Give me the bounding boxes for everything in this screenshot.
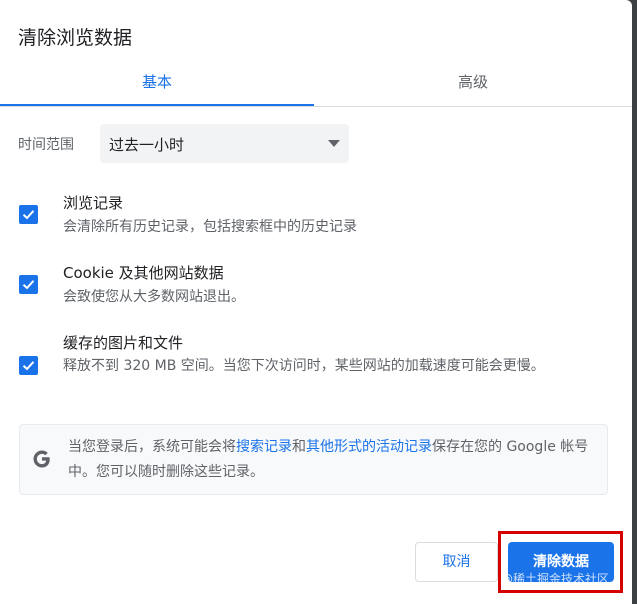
option-title: Cookie 及其他网站数据 xyxy=(63,264,224,282)
checkbox-browsing-history[interactable] xyxy=(19,205,38,224)
checkmark-icon xyxy=(22,210,35,220)
option-description: 会致使您从大多数网站退出。 xyxy=(63,289,245,305)
dialog-title: 清除浏览数据 xyxy=(18,27,133,49)
info-text: 当您登录后，系统可能会将搜索记录和其他形式的活动记录保存在您的 Google 帐… xyxy=(68,435,598,485)
other-activity-link[interactable]: 其他形式的活动记录 xyxy=(306,439,432,455)
tab-basic[interactable]: 基本 xyxy=(0,62,314,106)
option-description: 会清除所有历史记录，包括搜索框中的历史记录 xyxy=(63,219,357,235)
option-description: 释放不到 320 MB 空间。当您下次访问时，某些网站的加载速度可能会更慢。 xyxy=(63,358,545,374)
checkbox-cached-files[interactable] xyxy=(19,356,38,375)
google-account-info-box: 当您登录后，系统可能会将搜索记录和其他形式的活动记录保存在您的 Google 帐… xyxy=(19,424,608,495)
tab-advanced[interactable]: 高级 xyxy=(314,62,632,104)
tab-bar: 基本 高级 xyxy=(0,62,632,107)
cancel-button[interactable]: 取消 xyxy=(415,542,498,582)
clear-browsing-data-dialog: 清除浏览数据 基本 高级 时间范围 过去一小时 浏览记录 会清除所有历史记录，包… xyxy=(0,0,632,604)
chevron-down-icon xyxy=(328,140,340,147)
clear-data-button[interactable]: 清除数据 xyxy=(508,542,614,582)
search-history-link[interactable]: 搜索记录 xyxy=(236,439,292,455)
option-title: 缓存的图片和文件 xyxy=(63,334,184,352)
option-title: 浏览记录 xyxy=(63,194,124,212)
time-range-value: 过去一小时 xyxy=(109,136,185,154)
info-text-middle: 和 xyxy=(292,439,306,455)
checkmark-icon xyxy=(22,280,35,290)
time-range-dropdown[interactable]: 过去一小时 xyxy=(100,124,349,163)
checkmark-icon xyxy=(22,361,35,371)
google-g-icon xyxy=(33,450,50,468)
checkbox-cookies[interactable] xyxy=(19,275,38,294)
time-range-label: 时间范围 xyxy=(18,137,74,153)
info-text-before: 当您登录后，系统可能会将 xyxy=(68,439,236,455)
